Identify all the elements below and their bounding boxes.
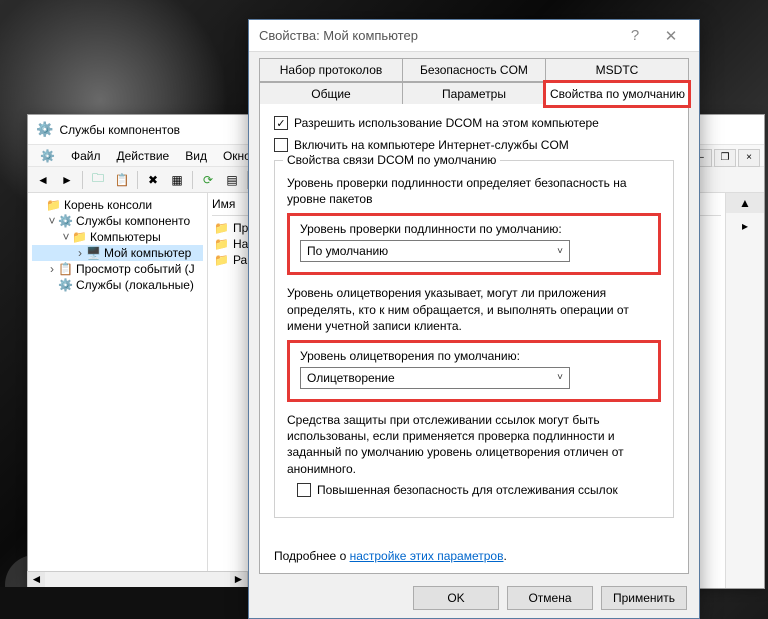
dialog-titlebar[interactable]: Свойства: Мой компьютер ? ✕ [249, 20, 699, 52]
tab-row-1: Набор протоколов Безопасность COM MSDTC [259, 58, 689, 82]
chevron-down-icon: ˅ [557, 372, 563, 383]
tb-properties[interactable]: ▦ [166, 169, 188, 191]
dialog-buttons: OK Отмена Применить [413, 586, 687, 610]
chevron-down-icon: ˅ [557, 246, 563, 257]
enable-com-inet-row[interactable]: Включить на компьютере Интернет-службы C… [274, 138, 674, 152]
child-window-controls: – ❐ × [690, 149, 760, 167]
auth-label: Уровень проверки подлинности по умолчани… [300, 222, 648, 236]
mmc-sys-icon[interactable]: ⚙️ [32, 147, 63, 165]
auth-description: Уровень проверки подлинности определяет … [287, 175, 661, 207]
tree-event-viewer[interactable]: ›📋Просмотр событий (J [32, 261, 203, 277]
dialog-content: ✓ Разрешить использование DCOM на этом к… [259, 104, 689, 574]
tab-com-security[interactable]: Безопасность COM [402, 58, 546, 82]
menu-view[interactable]: Вид [177, 147, 215, 165]
dialog-title-text: Свойства: Мой компьютер [259, 28, 617, 43]
more-info-row: Подробнее о настройке этих параметров. [274, 549, 507, 563]
ok-button[interactable]: OK [413, 586, 499, 610]
tab-protocols[interactable]: Набор протоколов [259, 58, 403, 82]
close-button[interactable]: ✕ [653, 27, 689, 45]
mmc-icon: ⚙️ [36, 121, 53, 138]
tree-my-computer[interactable]: ›🖥️Мой компьютер [32, 245, 203, 261]
more-info-prefix: Подробнее о [274, 549, 350, 563]
tb-show-tree[interactable]: 📋 [111, 169, 133, 191]
scroll-right[interactable]: ► [230, 572, 247, 587]
more-info-link[interactable]: настройке этих параметров [350, 549, 504, 563]
tb-back[interactable]: ◄ [32, 169, 54, 191]
mmc-title-text: Службы компонентов [59, 123, 180, 137]
tab-default-properties[interactable]: Свойства по умолчанию [545, 82, 689, 106]
enable-com-inet-label: Включить на компьютере Интернет-службы C… [294, 138, 569, 152]
tracking-security-label: Повышенная безопасность для отслеживания… [317, 483, 618, 497]
menu-file[interactable]: Файл [63, 147, 109, 165]
child-close[interactable]: × [738, 149, 760, 167]
enable-dcom-label: Разрешить использование DCOM на этом ком… [294, 116, 599, 130]
auth-level-value: По умолчанию [307, 244, 388, 258]
tree-root[interactable]: 📁Корень консоли [32, 197, 203, 213]
auth-level-select[interactable]: По умолчанию ˅ [300, 240, 570, 262]
tb-refresh[interactable]: ⟳ [197, 169, 219, 191]
menu-action[interactable]: Действие [108, 147, 177, 165]
tree-computers[interactable]: ˅📁Компьютеры [32, 229, 203, 245]
impers-label: Уровень олицетворения по умолчанию: [300, 349, 648, 363]
tree-local-services[interactable]: ⚙️Службы (локальные) [32, 277, 203, 293]
child-restore[interactable]: ❐ [714, 149, 736, 167]
tb-delete[interactable]: ✖ [142, 169, 164, 191]
cancel-button[interactable]: Отмена [507, 586, 593, 610]
enable-dcom-checkbox[interactable]: ✓ [274, 116, 288, 130]
tab-msdtc[interactable]: MSDTC [545, 58, 689, 82]
tab-general[interactable]: Общие [259, 82, 403, 106]
properties-dialog: Свойства: Мой компьютер ? ✕ Набор проток… [248, 19, 700, 619]
auth-level-block: Уровень проверки подлинности по умолчани… [287, 213, 661, 275]
help-button[interactable]: ? [617, 27, 653, 44]
impers-description: Уровень олицетворения указывает, могут л… [287, 285, 661, 334]
tab-row-2: Общие Параметры Свойства по умолчанию [259, 82, 689, 106]
tracking-security-checkbox[interactable] [297, 483, 311, 497]
tb-export[interactable]: ▤ [221, 169, 243, 191]
tracking-description: Средства защиты при отслеживании ссылок … [287, 412, 661, 477]
tb-forward[interactable]: ► [56, 169, 78, 191]
apply-button[interactable]: Применить [601, 586, 687, 610]
scroll-left[interactable]: ◄ [28, 572, 45, 587]
enable-dcom-row[interactable]: ✓ Разрешить использование DCOM на этом к… [274, 116, 674, 130]
taskbar[interactable] [0, 587, 248, 619]
impersonation-value: Олицетворение [307, 371, 395, 385]
tracking-security-row[interactable]: Повышенная безопасность для отслеживания… [297, 483, 661, 497]
enable-com-inet-checkbox[interactable] [274, 138, 288, 152]
tree-pane[interactable]: 📁Корень консоли ˅⚙️Службы компоненто ˅📁К… [28, 193, 208, 588]
action-pane: ▲ ▸ [726, 193, 764, 588]
action-collapse[interactable]: ▲ [726, 193, 764, 213]
impersonation-block: Уровень олицетворения по умолчанию: Олиц… [287, 340, 661, 402]
group-legend: Свойства связи DCOM по умолчанию [283, 153, 500, 167]
tree-comp-services[interactable]: ˅⚙️Службы компоненто [32, 213, 203, 229]
action-more[interactable]: ▸ [726, 213, 764, 239]
impersonation-select[interactable]: Олицетворение ˅ [300, 367, 570, 389]
horizontal-scrollbar[interactable]: ◄ ► [27, 571, 248, 588]
dcom-defaults-group: Свойства связи DCOM по умолчанию Уровень… [274, 160, 674, 518]
tab-options[interactable]: Параметры [402, 82, 546, 106]
tb-up[interactable]: 🗀 [87, 169, 109, 191]
